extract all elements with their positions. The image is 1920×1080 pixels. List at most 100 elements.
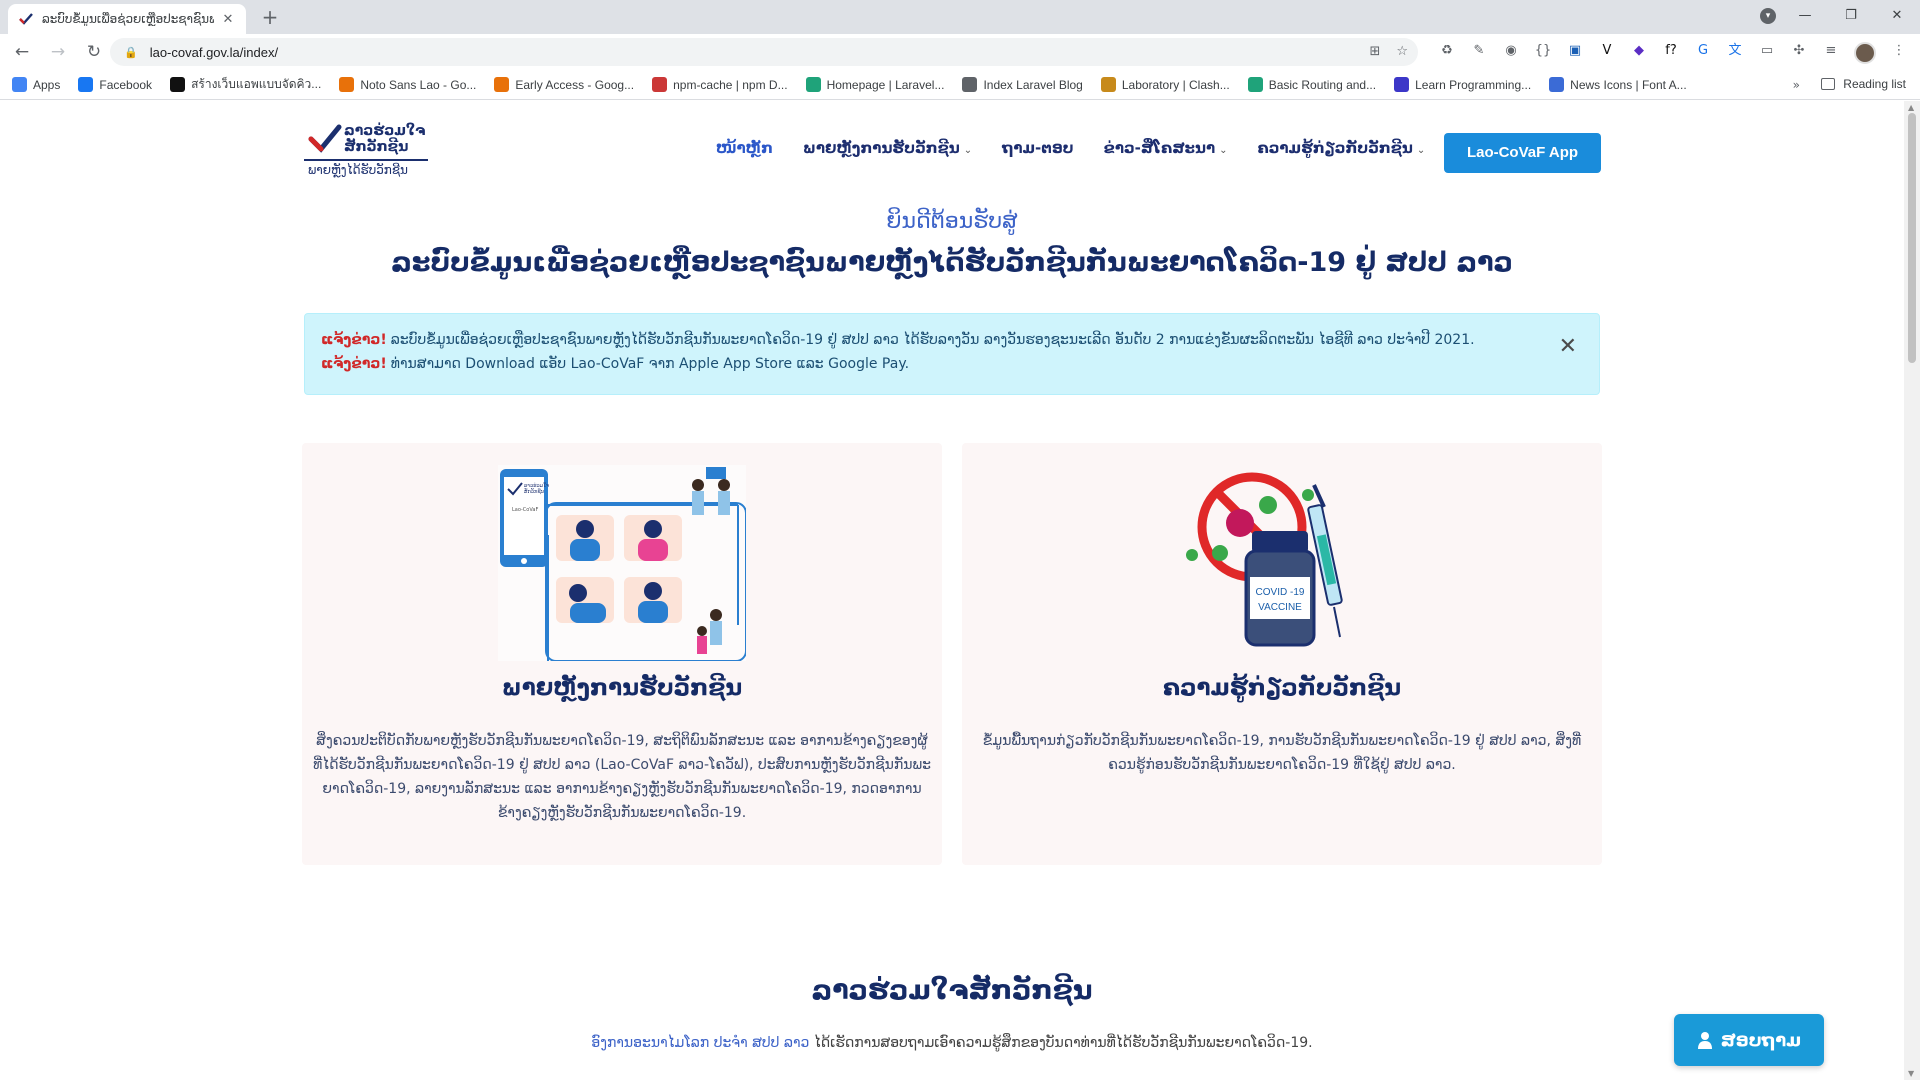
browser-menu-icon[interactable]: ⋮ (1890, 42, 1908, 60)
section-title: ລາວຮ່ວມໃຈສັກວັກຊີນ (811, 975, 1093, 1006)
logo-check-icon (308, 124, 342, 153)
bookmark-item[interactable]: สร้างเว็บแอพแบบจัดคิว... (170, 75, 321, 94)
page-scrollbar[interactable]: ▲ ▼ (1904, 101, 1920, 1080)
bookmark-label: npm-cache | npm D... (673, 77, 788, 92)
bookmark-label: Laboratory | Clash... (1121, 77, 1230, 92)
browser-tabstrip: ລະບົບຂໍ້ມູນເພື່ອຊ່ວຍເຫຼືອປະຊາຊົນພາຍ ✕ + … (0, 0, 1920, 34)
extension-recycle-icon[interactable]: ♻ (1438, 42, 1456, 60)
scroll-thumb[interactable] (1908, 113, 1916, 363)
nav-item-label: ພາຍຫຼັງການຮັບວັກຊີນ (802, 139, 960, 157)
site-logo[interactable]: ລາວຮ່ວມໃຈ ສັກວັກຊີນ ພາຍຫຼັງໄດ້ຮັບວັກຊີນ (302, 119, 430, 183)
bookmark-item[interactable]: Learn Programming... (1394, 77, 1531, 92)
bookmark-item[interactable]: Laboratory | Clash... (1100, 77, 1230, 92)
npm-icon (652, 77, 668, 92)
bookmark-item[interactable]: npm-cache | npm D... (652, 77, 788, 92)
scroll-down-icon[interactable]: ▼ (1908, 1069, 1914, 1078)
site-header: ລາວຮ່ວມໃຈ ສັກວັກຊີນ ພາຍຫຼັງໄດ້ຮັບວັກຊີນ … (302, 119, 1602, 189)
extension-pip-icon[interactable]: ▭ (1758, 42, 1776, 60)
window-controls: — ❐ ✕ (1782, 0, 1920, 30)
reading-list-button[interactable]: Reading list (1821, 77, 1906, 91)
nav-item-label: ໜ້າຫຼັກ (716, 139, 773, 157)
bookmark-label: Learn Programming... (1415, 77, 1532, 92)
google-fonts-icon (339, 77, 355, 92)
nav-item[interactable]: ໜ້າຫຼັກ (716, 139, 773, 157)
bookmarks-bar: Apps Facebook สร้างเว็บแอพแบบจัดคิว... Noto… (0, 70, 1920, 100)
extensions-puzzle-icon[interactable]: ✣ (1790, 42, 1808, 60)
ask-question-button[interactable]: ສອບຖາມ (1674, 1014, 1824, 1066)
who-link[interactable]: ອົງການອະນາໄມໂລກ ປະຈຳ ສປປ ລາວ (591, 1035, 809, 1051)
extension-check-icon[interactable]: ◉ (1502, 42, 1520, 60)
bookmark-label: Facebook (99, 77, 153, 92)
new-tab-icon[interactable]: + (258, 6, 282, 30)
bookmark-star-icon[interactable]: ☆ (1396, 44, 1408, 59)
extension-eyedropper-icon[interactable]: ✎ (1470, 42, 1488, 60)
extension-font-icon[interactable]: f? (1662, 42, 1680, 60)
url-text[interactable]: lao-covaf.gov.la/index/ (150, 45, 278, 60)
minimize-icon[interactable]: — (1782, 8, 1828, 23)
chevron-down-icon: ⌄ (963, 145, 973, 156)
media-queue-icon[interactable]: ≡ (1822, 42, 1840, 60)
card-after-vaccination[interactable]: ລາວຮ່ວມໃຈ ສັກວັກຊີນ Lao-CoVaF ພາຍຫຼັງການ… (302, 443, 942, 865)
apps-grid-icon (12, 77, 27, 92)
extension-translate2-icon[interactable]: 文 (1726, 42, 1744, 60)
profile-avatar[interactable] (1854, 42, 1876, 64)
lock-icon[interactable]: 🔒 (124, 46, 138, 59)
extension-book-icon[interactable]: ▣ (1566, 42, 1584, 60)
alert-tag: ແຈ້ງຂ່າວ! (321, 332, 387, 348)
bookmark-item[interactable]: Early Access - Goog... (494, 77, 634, 92)
extension-vx-icon[interactable]: V (1598, 42, 1616, 60)
extension-hat-icon[interactable]: ◆ (1630, 42, 1648, 60)
card-title[interactable]: ຄວາມຮູ້ກ່ຽວກັບວັກຊີນ (962, 675, 1602, 701)
bookmark-item[interactable]: Noto Sans Lao - Go... (339, 77, 476, 92)
bookmark-label: Basic Routing and... (1268, 77, 1377, 92)
card-title[interactable]: ພາຍຫຼັງການຮັບວັກຊີນ (302, 675, 942, 701)
lao-covaf-app-button[interactable]: Lao-CoVaF App (1444, 133, 1601, 173)
close-window-icon[interactable]: ✕ (1874, 8, 1920, 23)
phone-screen-line2: ສັກວັກຊີນ (524, 488, 544, 495)
bookmark-item[interactable]: Basic Routing and... (1247, 77, 1377, 92)
translate-icon[interactable]: ⊞ (1369, 44, 1380, 59)
card-description: ຂໍ້ມູນພື້ນຖານກ່ຽວກັບວັກຊີນກັນພະຍາດໂຄວິດ-… (982, 733, 1582, 773)
alert-line-2: ແຈ້ງຂ່າວ! ທ່ານສາມາດ Download ແອັບ Lao-CoV… (321, 352, 1583, 376)
nav-item[interactable]: ຖາມ-ຕອບ (1002, 139, 1073, 157)
chevron-down-icon: ⌄ (1219, 145, 1228, 156)
welcome-text: ຍິນດີຕ້ອນຮັບສູ່ (886, 209, 1018, 234)
browser-tab[interactable]: ລະບົບຂໍ້ມູນເພື່ອຊ່ວຍເຫຼືອປະຊາຊົນພາຍ ✕ (8, 4, 246, 34)
tab-search-icon[interactable]: ▾ (1760, 8, 1776, 24)
extension-translate-icon[interactable]: G (1694, 42, 1712, 60)
alert-close-icon[interactable]: ✕ (1559, 336, 1577, 358)
tab-close-icon[interactable]: ✕ (220, 12, 236, 27)
bookmark-item[interactable]: Homepage | Laravel... (805, 77, 944, 92)
extensions-bar: ♻ ✎ ◉ {} ▣ V ◆ f? G 文 ▭ ✣ ≡ ⋮ (1438, 42, 1908, 64)
card-vaccine-knowledge[interactable]: COVID -19 VACCINE ຄວາມຮູ້ກ່ຽວກັບວັກຊີນ ຂ… (962, 443, 1602, 865)
logo-divider (304, 159, 428, 161)
alert-text: ທ່ານສາມາດ Download ແອັບ Lao-CoVaF ຈາກ Ap… (390, 356, 910, 372)
nav-item[interactable]: ຂ່າວ-ສື່ໂຄສະນາ ⌄ (1104, 139, 1228, 157)
nav-item-label: ຖາມ-ຕອບ (1002, 139, 1074, 157)
logo-text-line2: ສັກວັກຊີນ (344, 139, 409, 155)
bookmark-item[interactable]: Apps (12, 77, 60, 92)
alert-text: ລະບົບຂໍ້ມູນເພື່ອຊ່ວຍເຫຼືອປະຊາຊົນພາຍຫຼັງໄ… (390, 332, 1475, 348)
reload-icon[interactable]: ↻ (80, 38, 108, 66)
nav-item[interactable]: ຄວາມຮູ້ກ່ຽວກັບວັກຊີນ ⌄ (1257, 139, 1425, 157)
bookmark-item[interactable]: Index Laravel Blog (962, 77, 1083, 92)
extension-json-icon[interactable]: {} (1534, 42, 1552, 60)
section-subtitle: ອົງການອະນາໄມໂລກ ປະຈຳ ສປປ ລາວ ໄດ້ເຮັດການສ… (0, 1035, 1904, 1051)
site-favicon-icon (19, 13, 33, 25)
bookmark-item[interactable]: News Icons | Font A... (1549, 77, 1687, 92)
logo-tagline: ພາຍຫຼັງໄດ້ຮັບວັກຊີນ (308, 163, 408, 177)
laravel-icon (1247, 77, 1263, 92)
page-headline: ລະບົບຂໍ້ມູນເພື່ອຊ່ວຍເຫຼືອປະຊາຊົນພາຍຫຼັງໄ… (391, 247, 1513, 278)
restore-icon[interactable]: ❐ (1828, 8, 1874, 23)
address-bar[interactable]: 🔒 lao-covaf.gov.la/index/ ⊞ ☆ (110, 38, 1418, 66)
bookmarks-overflow-icon[interactable]: » (1793, 78, 1800, 92)
bookmark-item[interactable]: Facebook (78, 77, 152, 92)
scroll-up-icon[interactable]: ▲ (1908, 103, 1914, 112)
ask-question-label: ສອບຖາມ (1720, 1029, 1802, 1051)
forward-icon[interactable]: → (44, 38, 72, 66)
nav-item[interactable]: ພາຍຫຼັງການຮັບວັກຊີນ ⌄ (803, 139, 972, 157)
chevron-down-icon: ⌄ (1416, 145, 1426, 156)
back-icon[interactable]: ← (8, 38, 36, 66)
phone-screen-line1: ລາວຮ່ວມໃຈ (524, 482, 549, 489)
bookmark-label: สร้างเว็บแอพแบบจัดคิว... (191, 77, 322, 91)
